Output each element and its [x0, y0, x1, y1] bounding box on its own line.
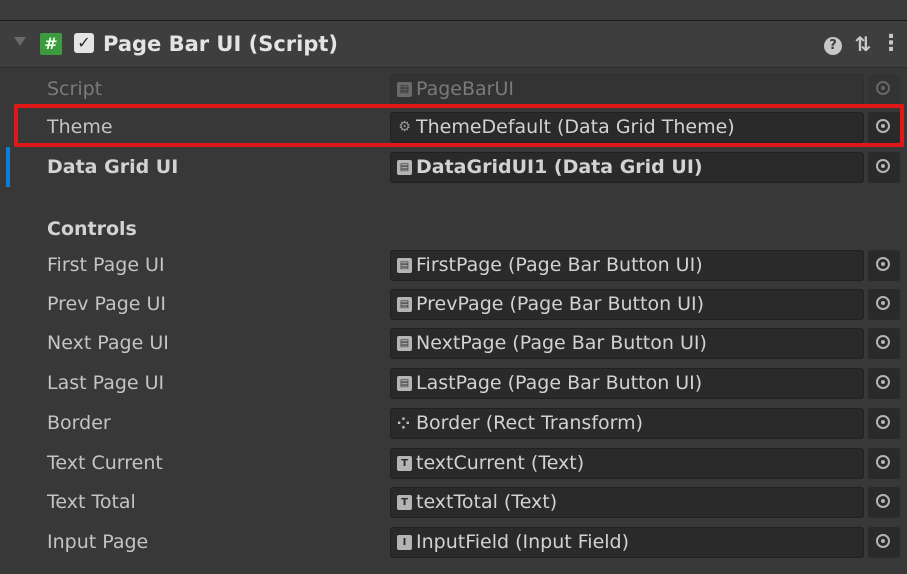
target-icon — [876, 534, 890, 548]
target-icon — [876, 455, 890, 469]
property-label: Text Total — [47, 491, 136, 513]
target-icon — [876, 159, 890, 173]
component-title: Page Bar UI (Script) — [103, 32, 338, 56]
top-strip — [0, 0, 907, 20]
object-picker-button[interactable] — [868, 250, 900, 281]
object-field[interactable]: ⁘ Border (Rect Transform) — [390, 408, 864, 439]
target-icon — [876, 415, 890, 429]
property-row-input-page[interactable]: Input Page I InputField (Input Field) — [0, 522, 907, 562]
property-row-data-grid-ui[interactable]: Data Grid UI ▤ DataGridUI1 (Data Grid UI… — [0, 147, 907, 187]
object-picker-button — [868, 74, 900, 105]
property-label: Input Page — [47, 531, 149, 553]
text-component-icon: T — [397, 495, 412, 510]
object-picker-button[interactable] — [868, 527, 900, 558]
target-icon — [876, 257, 890, 271]
context-menu-icon[interactable]: ⋮ — [880, 31, 902, 57]
object-field-script: ▤ PageBarUI — [390, 74, 864, 105]
property-row-first-page-ui[interactable]: First Page UI ▤ FirstPage (Page Bar Butt… — [0, 245, 907, 285]
component-header[interactable]: # ✓ Page Bar UI (Script) ? ⇅ ⋮ — [0, 20, 907, 68]
script-file-icon: ▤ — [397, 82, 412, 97]
object-field[interactable]: I InputField (Input Field) — [390, 527, 864, 558]
foldout-arrow-icon[interactable] — [14, 37, 26, 46]
property-row-last-page-ui[interactable]: Last Page UI ▤ LastPage (Page Bar Button… — [0, 363, 907, 403]
property-label: Next Page UI — [47, 332, 169, 354]
object-picker-button[interactable] — [868, 152, 900, 183]
help-icon[interactable]: ? — [822, 31, 844, 57]
object-field[interactable]: T textTotal (Text) — [390, 487, 864, 518]
object-field-value: DataGridUI1 (Data Grid UI) — [416, 156, 703, 178]
target-icon — [876, 296, 890, 310]
object-field[interactable]: ▤ FirstPage (Page Bar Button UI) — [390, 250, 864, 281]
section-header-controls: Controls — [47, 218, 137, 240]
object-field[interactable]: T textCurrent (Text) — [390, 448, 864, 479]
property-row-script: Script ▤ PageBarUI — [0, 69, 907, 109]
object-field-value: LastPage (Page Bar Button UI) — [416, 372, 703, 394]
script-file-icon: ▤ — [397, 160, 412, 175]
property-label: Prev Page UI — [47, 293, 167, 315]
rect-transform-icon: ⁘ — [396, 414, 411, 433]
property-label: Text Current — [47, 452, 163, 474]
object-field-value: textTotal (Text) — [416, 491, 558, 513]
object-field-value: textCurrent (Text) — [416, 452, 585, 474]
script-file-icon: ▤ — [397, 297, 412, 312]
enabled-checkbox[interactable]: ✓ — [74, 33, 94, 53]
script-file-icon: ▤ — [397, 258, 412, 273]
property-row-text-total[interactable]: Text Total T textTotal (Text) — [0, 482, 907, 522]
modified-indicator — [6, 147, 10, 187]
target-icon — [876, 81, 890, 95]
property-row-prev-page-ui[interactable]: Prev Page UI ▤ PrevPage (Page Bar Button… — [0, 284, 907, 324]
object-field-value: PageBarUI — [416, 78, 514, 100]
object-field-value: PrevPage (Page Bar Button UI) — [416, 293, 705, 315]
object-picker-button[interactable] — [868, 368, 900, 399]
script-icon: # — [40, 33, 62, 55]
object-picker-button[interactable] — [868, 487, 900, 518]
object-field-value: NextPage (Page Bar Button UI) — [416, 332, 707, 354]
object-field-value: FirstPage (Page Bar Button UI) — [416, 254, 703, 276]
property-row-next-page-ui[interactable]: Next Page UI ▤ NextPage (Page Bar Button… — [0, 323, 907, 363]
target-icon — [876, 375, 890, 389]
property-label: First Page UI — [47, 254, 165, 276]
object-picker-button[interactable] — [868, 328, 900, 359]
object-picker-button[interactable] — [868, 408, 900, 439]
property-label: Border — [47, 412, 111, 434]
object-field-value: Border (Rect Transform) — [416, 412, 644, 434]
input-field-icon: I — [397, 535, 412, 550]
highlight-box — [14, 104, 904, 147]
script-file-icon: ▤ — [397, 336, 412, 351]
text-component-icon: T — [397, 456, 412, 471]
object-field-value: InputField (Input Field) — [416, 531, 630, 553]
object-picker-button[interactable] — [868, 289, 900, 320]
object-field[interactable]: ▤ PrevPage (Page Bar Button UI) — [390, 289, 864, 320]
object-field-data-grid-ui[interactable]: ▤ DataGridUI1 (Data Grid UI) — [390, 152, 864, 183]
target-icon — [876, 335, 890, 349]
property-label: Last Page UI — [47, 372, 165, 394]
script-file-icon: ▤ — [397, 376, 412, 391]
object-field[interactable]: ▤ LastPage (Page Bar Button UI) — [390, 368, 864, 399]
preset-icon[interactable]: ⇅ — [852, 31, 874, 57]
object-picker-button[interactable] — [868, 448, 900, 479]
object-field[interactable]: ▤ NextPage (Page Bar Button UI) — [390, 328, 864, 359]
property-label: Data Grid UI — [47, 156, 179, 178]
property-row-border[interactable]: Border ⁘ Border (Rect Transform) — [0, 403, 907, 443]
target-icon — [876, 494, 890, 508]
property-row-text-current[interactable]: Text Current T textCurrent (Text) — [0, 443, 907, 483]
property-label: Script — [47, 78, 103, 100]
